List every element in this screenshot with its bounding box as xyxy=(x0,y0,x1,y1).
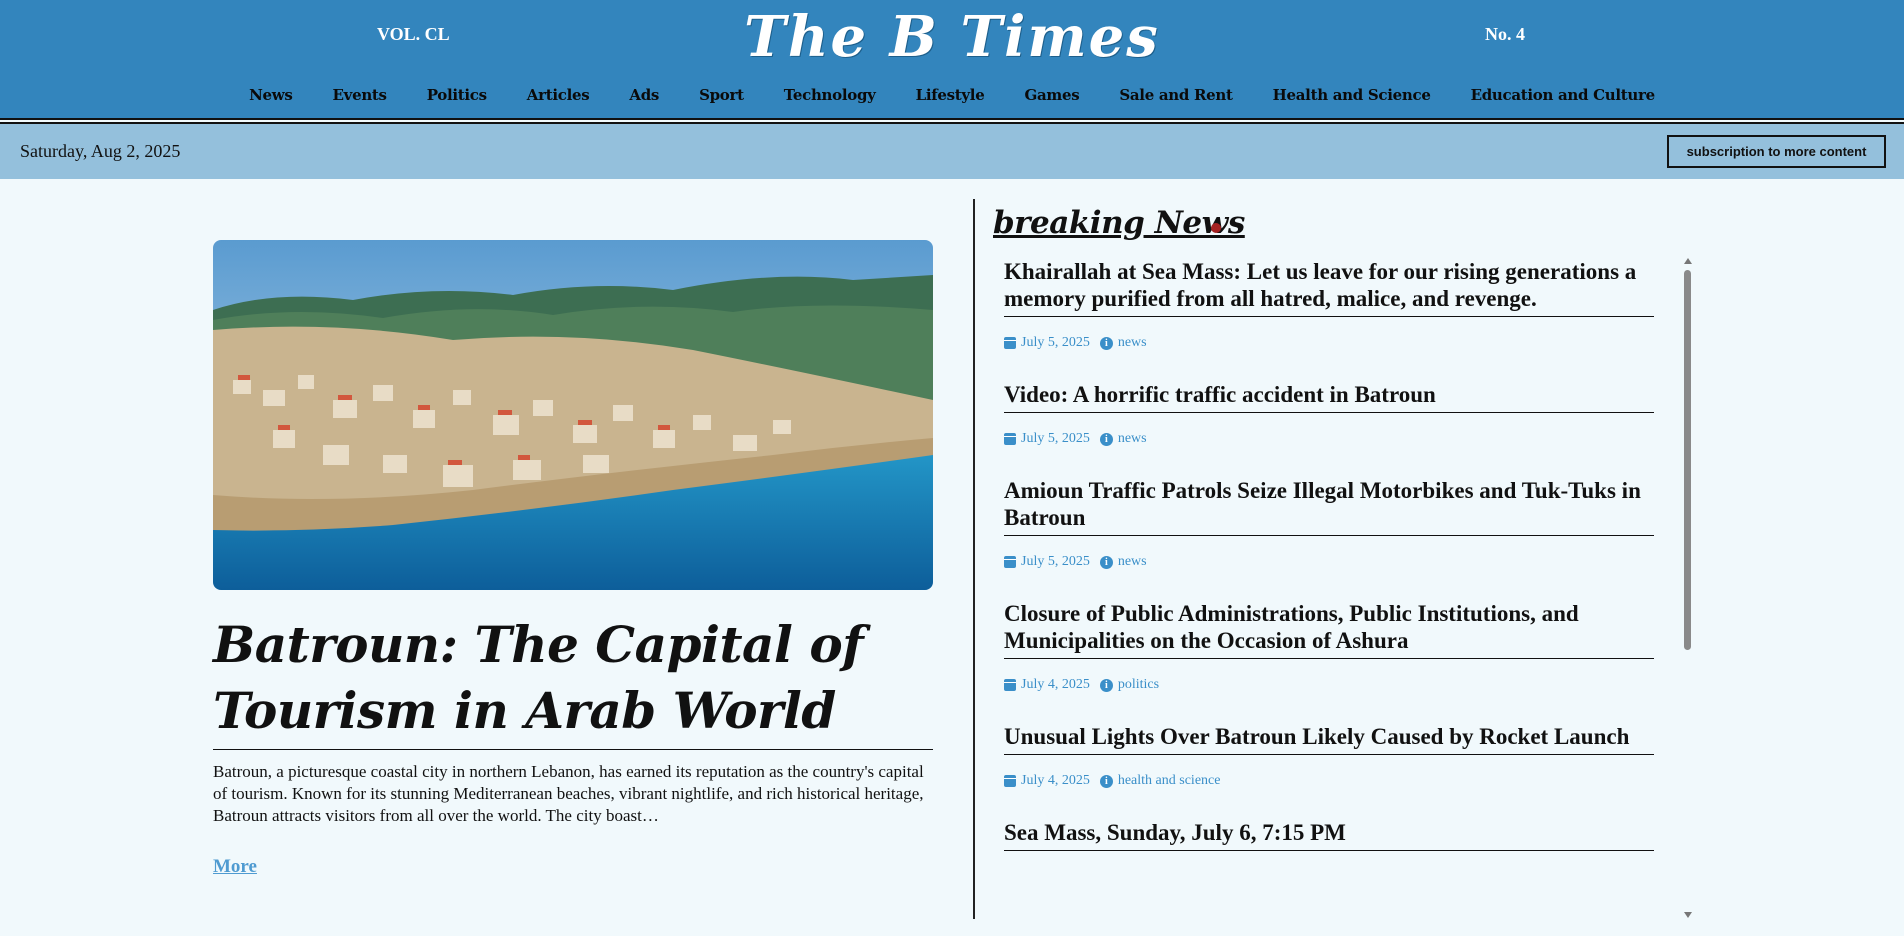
article-headline[interactable]: Batroun: The Capital of Tourism in Arab … xyxy=(213,612,933,744)
nav-item-games[interactable]: Games xyxy=(1024,86,1079,104)
news-item[interactable]: Unusual Lights Over Batroun Likely Cause… xyxy=(1004,723,1654,789)
breaking-news-title: breaking News xyxy=(993,205,1245,241)
calendar-icon xyxy=(1004,337,1016,349)
nav-item-politics[interactable]: Politics xyxy=(427,86,487,104)
nav-item-health-and-science[interactable]: Health and Science xyxy=(1273,86,1431,104)
date-bar: Saturday, Aug 2, 2025 subscription to mo… xyxy=(0,124,1904,179)
news-meta: July 4, 2025 i health and science xyxy=(1004,773,1654,789)
site-header: VOL. CL The B Times No. 4 News Events Po… xyxy=(0,0,1904,118)
subscribe-button[interactable]: subscription to more content xyxy=(1667,135,1886,168)
article-hero-image[interactable] xyxy=(213,240,933,590)
news-category[interactable]: politics xyxy=(1118,677,1159,693)
nav-item-lifestyle[interactable]: Lifestyle xyxy=(916,86,985,104)
main-nav: News Events Politics Articles Ads Sport … xyxy=(0,86,1904,104)
news-headline[interactable]: Amioun Traffic Patrols Seize Illegal Mot… xyxy=(1004,477,1654,536)
nav-item-education-and-culture[interactable]: Education and Culture xyxy=(1471,86,1656,104)
news-category[interactable]: health and science xyxy=(1118,773,1221,789)
info-icon: i xyxy=(1099,336,1113,350)
masthead-logo[interactable]: The B Times xyxy=(0,4,1904,70)
issue-number: No. 4 xyxy=(1485,24,1525,44)
calendar-icon xyxy=(1004,775,1016,787)
news-date: July 5, 2025 xyxy=(1021,431,1090,446)
calendar-icon xyxy=(1004,556,1016,568)
info-icon: i xyxy=(1099,774,1113,788)
nav-item-technology[interactable]: Technology xyxy=(784,86,876,104)
breaking-news-list[interactable]: Khairallah at Sea Mass: Let us leave for… xyxy=(1004,258,1654,918)
info-icon: i xyxy=(1099,432,1113,446)
news-headline[interactable]: Unusual Lights Over Batroun Likely Cause… xyxy=(1004,723,1654,755)
nav-item-sale-and-rent[interactable]: Sale and Rent xyxy=(1119,86,1233,104)
news-meta: July 4, 2025 i politics xyxy=(1004,677,1654,693)
news-item[interactable]: Amioun Traffic Patrols Seize Illegal Mot… xyxy=(1004,477,1654,570)
news-date: July 5, 2025 xyxy=(1021,554,1090,569)
news-date: July 5, 2025 xyxy=(1021,335,1090,350)
news-item[interactable]: Khairallah at Sea Mass: Let us leave for… xyxy=(1004,258,1654,351)
live-indicator-dot xyxy=(1211,223,1221,233)
nav-item-news[interactable]: News xyxy=(249,86,293,104)
news-category[interactable]: news xyxy=(1118,431,1147,447)
article-summary: Batroun, a picturesque coastal city in n… xyxy=(213,762,924,825)
news-item[interactable]: Sea Mass, Sunday, July 6, 7:15 PM xyxy=(1004,819,1654,851)
news-date: July 4, 2025 xyxy=(1021,773,1090,788)
nav-item-ads[interactable]: Ads xyxy=(629,86,659,104)
scrollbar-thumb[interactable] xyxy=(1684,270,1691,650)
calendar-icon xyxy=(1004,433,1016,445)
info-icon: i xyxy=(1099,678,1113,692)
headline-rule xyxy=(213,749,933,750)
news-headline[interactable]: Video: A horrific traffic accident in Ba… xyxy=(1004,381,1654,413)
header-rule-top xyxy=(0,118,1904,120)
nav-item-articles[interactable]: Articles xyxy=(527,86,590,104)
calendar-icon xyxy=(1004,679,1016,691)
news-meta: July 5, 2025 i news xyxy=(1004,431,1654,447)
read-more-link[interactable]: More xyxy=(213,856,257,878)
news-category[interactable]: news xyxy=(1118,554,1147,570)
news-date: July 4, 2025 xyxy=(1021,677,1090,692)
nav-item-sport[interactable]: Sport xyxy=(699,86,744,104)
breaking-news-scrollbar[interactable] xyxy=(1682,258,1694,918)
current-date: Saturday, Aug 2, 2025 xyxy=(20,141,181,161)
news-headline[interactable]: Khairallah at Sea Mass: Let us leave for… xyxy=(1004,258,1654,317)
news-meta: July 5, 2025 i news xyxy=(1004,554,1654,570)
scroll-up-arrow-icon[interactable] xyxy=(1684,258,1692,264)
news-headline[interactable]: Closure of Public Administrations, Publi… xyxy=(1004,600,1654,659)
news-meta: July 5, 2025 i news xyxy=(1004,335,1654,351)
news-category[interactable]: news xyxy=(1118,335,1147,351)
scroll-down-arrow-icon[interactable] xyxy=(1684,912,1692,918)
info-icon: i xyxy=(1099,555,1113,569)
news-item[interactable]: Video: A horrific traffic accident in Ba… xyxy=(1004,381,1654,447)
nav-item-events[interactable]: Events xyxy=(333,86,387,104)
news-item[interactable]: Closure of Public Administrations, Publi… xyxy=(1004,600,1654,693)
news-headline[interactable]: Sea Mass, Sunday, July 6, 7:15 PM xyxy=(1004,819,1654,851)
column-divider xyxy=(973,199,975,919)
